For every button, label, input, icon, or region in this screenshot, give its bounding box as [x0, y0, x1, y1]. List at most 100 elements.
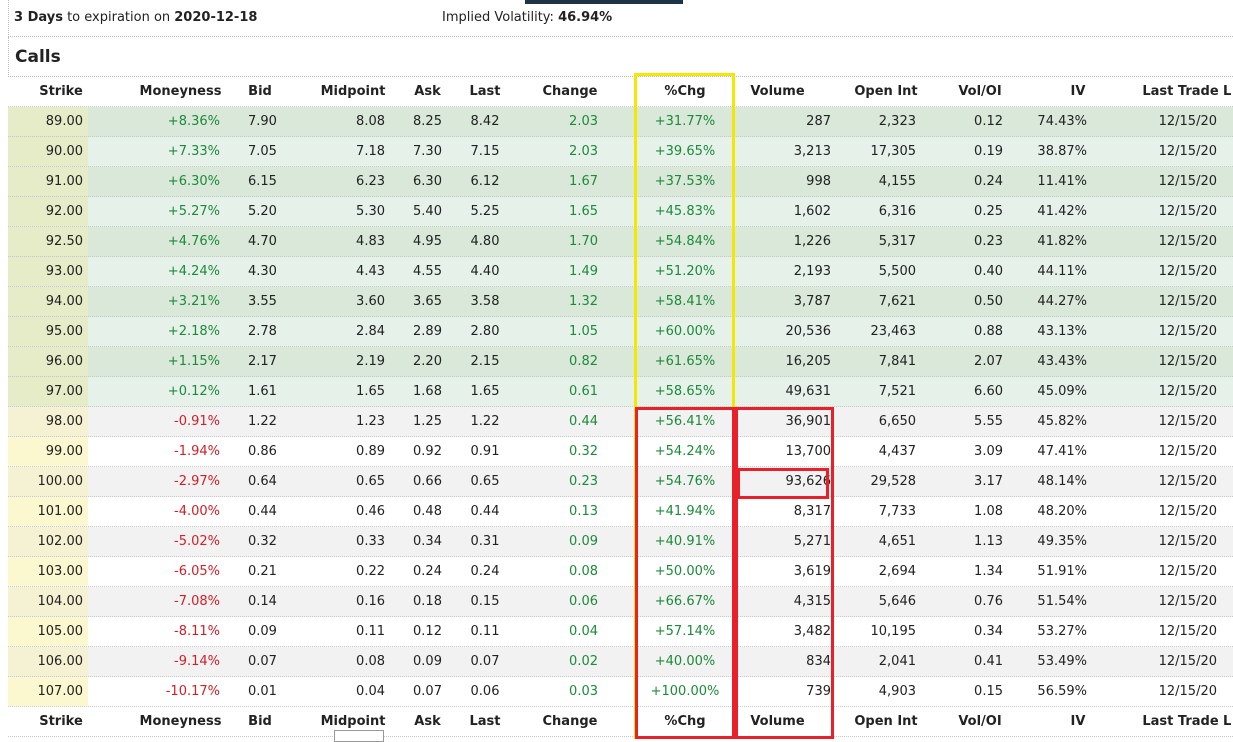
- table-row[interactable]: 95.00 +2.18% 2.78 2.84 2.89 2.80 1.05 +60.00% 20…: [8, 317, 1233, 347]
- cell-moneyness: +2.18%: [167, 324, 220, 339]
- cell-last-trade: 12/15/20: [1158, 204, 1217, 219]
- table-row[interactable]: 92.00 +5.27% 5.20 5.30 5.40 5.25 1.65 +45.83% 1,…: [8, 197, 1233, 227]
- cell-ask: 0.48: [413, 504, 442, 519]
- cell-bid: 2.78: [248, 324, 277, 339]
- column-header-last-trade[interactable]: Last Trade: [1128, 707, 1233, 737]
- cell-open-int: 23,463: [870, 324, 917, 339]
- table-row[interactable]: 103.00 -6.05% 0.21 0.22 0.24 0.24 0.08 +50.00% 3…: [8, 557, 1233, 587]
- cell-last-trade: 12/15/20: [1158, 354, 1217, 369]
- column-header-open-int[interactable]: Open Int: [846, 707, 926, 737]
- column-header-change[interactable]: Change: [530, 77, 610, 107]
- cell-moneyness: +0.12%: [167, 384, 220, 399]
- table-row[interactable]: 100.00 -2.97% 0.64 0.65 0.66 0.65 0.23 +54.76% 9…: [8, 467, 1233, 497]
- column-header--chg[interactable]: %Chg: [635, 77, 735, 107]
- column-header-midpoint[interactable]: Midpoint: [308, 77, 398, 107]
- column-header-volume[interactable]: Volume: [735, 77, 820, 107]
- cell-midpoint: 0.08: [356, 654, 385, 669]
- column-header-bid[interactable]: Bid: [240, 77, 280, 107]
- cell-ask: 4.55: [413, 264, 442, 279]
- cell-last-trade: 12/15/20: [1158, 384, 1217, 399]
- cell-last-trade: 12/15/20: [1158, 294, 1217, 309]
- column-header-change[interactable]: Change: [530, 707, 610, 737]
- cell--chg: +45.83%: [654, 204, 716, 219]
- cell-iv: 48.14%: [1037, 474, 1087, 489]
- table-row[interactable]: 96.00 +1.15% 2.17 2.19 2.20 2.15 0.82 +61.65% 16…: [8, 347, 1233, 377]
- column-header-iv[interactable]: IV: [1053, 77, 1103, 107]
- table-row[interactable]: 98.00 -0.91% 1.22 1.23 1.25 1.22 0.44 +56.41% 36…: [8, 407, 1233, 437]
- cell-last: 1.65: [470, 384, 500, 399]
- table-row[interactable]: 91.00 +6.30% 6.15 6.23 6.30 6.12 1.67 +37.53% 99…: [8, 167, 1233, 197]
- column-header-last[interactable]: Last: [460, 707, 510, 737]
- cell-bid: 7.05: [248, 144, 277, 159]
- cell--chg: +100.00%: [650, 684, 720, 699]
- cell-iv: 53.27%: [1037, 624, 1087, 639]
- column-header-l[interactable]: L: [1223, 707, 1233, 737]
- cell-moneyness: +8.36%: [167, 114, 220, 129]
- table-row[interactable]: 92.50 +4.76% 4.70 4.83 4.95 4.80 1.70 +54.84% 1,…: [8, 227, 1233, 257]
- cell--chg: +56.41%: [654, 414, 716, 429]
- column-header-moneyness[interactable]: Moneyness: [108, 707, 253, 737]
- cell-vol-oi: 0.15: [974, 684, 1003, 699]
- column-header-ask[interactable]: Ask: [395, 77, 460, 107]
- cell-strike: 89.00: [45, 114, 83, 129]
- column-header-last[interactable]: Last: [460, 77, 510, 107]
- cell-bid: 7.90: [248, 114, 277, 129]
- column-header-vol-oi[interactable]: Vol/OI: [945, 707, 1015, 737]
- cell-strike: 92.50: [45, 234, 83, 249]
- cell-last: 4.80: [470, 234, 500, 249]
- table-row[interactable]: 93.00 +4.24% 4.30 4.43 4.55 4.40 1.49 +51.20% 2,…: [8, 257, 1233, 287]
- cell-volume: 16,205: [785, 354, 832, 369]
- column-header-ask[interactable]: Ask: [395, 707, 460, 737]
- cell-strike: 99.00: [45, 444, 83, 459]
- table-row[interactable]: 101.00 -4.00% 0.44 0.46 0.48 0.44 0.13 +41.94% 8…: [8, 497, 1233, 527]
- cell-moneyness: +3.21%: [167, 294, 220, 309]
- column-header-iv[interactable]: IV: [1053, 707, 1103, 737]
- column-header-l[interactable]: L: [1223, 77, 1233, 107]
- column-header-volume[interactable]: Volume: [735, 707, 820, 737]
- column-header-last-trade[interactable]: Last Trade: [1128, 77, 1233, 107]
- cell--chg: +41.94%: [654, 504, 716, 519]
- cell--chg: +58.65%: [654, 384, 716, 399]
- cell-bid: 0.64: [248, 474, 277, 489]
- table-row[interactable]: 106.00 -9.14% 0.07 0.08 0.09 0.07 0.02 +40.00% 8…: [8, 647, 1233, 677]
- table-row[interactable]: 99.00 -1.94% 0.86 0.89 0.92 0.91 0.32 +54.24% 13…: [8, 437, 1233, 467]
- column-header-strike[interactable]: Strike: [8, 77, 114, 107]
- cell-bid: 0.01: [248, 684, 277, 699]
- column-header--chg[interactable]: %Chg: [635, 707, 735, 737]
- column-header-vol-oi[interactable]: Vol/OI: [945, 77, 1015, 107]
- cell-midpoint: 0.33: [356, 534, 385, 549]
- cell-ask: 1.68: [413, 384, 442, 399]
- cell-midpoint: 0.16: [356, 594, 385, 609]
- cell-open-int: 7,733: [878, 504, 916, 519]
- cell-change: 1.32: [569, 294, 598, 309]
- cell-vol-oi: 0.25: [974, 204, 1003, 219]
- cell-last-trade: 12/15/20: [1158, 504, 1217, 519]
- cell-change: 0.13: [569, 504, 598, 519]
- cell--chg: +54.24%: [654, 444, 716, 459]
- cell-vol-oi: 0.40: [974, 264, 1003, 279]
- table-row[interactable]: 90.00 +7.33% 7.05 7.18 7.30 7.15 2.03 +39.65% 3,…: [8, 137, 1233, 167]
- column-header-open-int[interactable]: Open Int: [846, 77, 926, 107]
- column-header-strike[interactable]: Strike: [8, 707, 114, 737]
- column-header-moneyness[interactable]: Moneyness: [108, 77, 253, 107]
- table-row[interactable]: 107.00 -10.17% 0.01 0.04 0.07 0.06 0.03 +100.00…: [8, 677, 1233, 707]
- cell-volume: 5,271: [793, 534, 831, 549]
- cell-iv: 44.27%: [1037, 294, 1087, 309]
- table-row[interactable]: 105.00 -8.11% 0.09 0.11 0.12 0.11 0.04 +57.14% 3…: [8, 617, 1233, 647]
- cell-midpoint: 4.83: [356, 234, 385, 249]
- cell--chg: +60.00%: [654, 324, 716, 339]
- table-row[interactable]: 104.00 -7.08% 0.14 0.16 0.18 0.15 0.06 +66.67% 4…: [8, 587, 1233, 617]
- cell-open-int: 10,195: [870, 624, 917, 639]
- cell-vol-oi: 0.24: [974, 174, 1003, 189]
- column-header-bid[interactable]: Bid: [240, 707, 280, 737]
- table-row[interactable]: 102.00 -5.02% 0.32 0.33 0.34 0.31 0.09 +40.91% 5…: [8, 527, 1233, 557]
- cell-vol-oi: 0.23: [974, 234, 1003, 249]
- cell-open-int: 2,323: [878, 114, 916, 129]
- table-row[interactable]: 89.00 +8.36% 7.90 8.08 8.25 8.42 2.03 +31.77% 28…: [8, 107, 1233, 137]
- table-row[interactable]: 97.00 +0.12% 1.61 1.65 1.68 1.65 0.61 +58.65% 49…: [8, 377, 1233, 407]
- cell-moneyness: -4.00%: [174, 504, 220, 519]
- table-row[interactable]: 94.00 +3.21% 3.55 3.60 3.65 3.58 1.32 +58.41% 3,…: [8, 287, 1233, 317]
- cell-last: 0.11: [470, 624, 500, 639]
- expiration-info-bar: 3 Days to expiration on 2020-12-18 Impli…: [8, 0, 1233, 37]
- cell-moneyness: -9.14%: [174, 654, 220, 669]
